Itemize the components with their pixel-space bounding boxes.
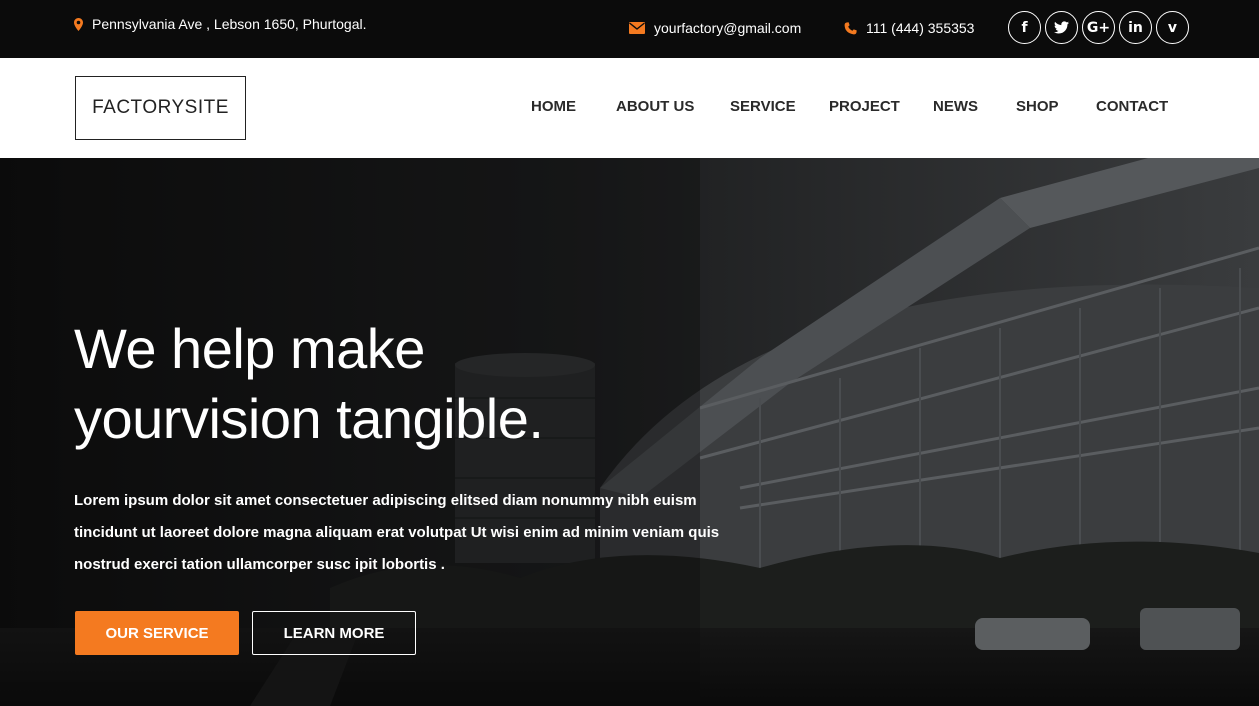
- nav-home[interactable]: HOME: [531, 98, 576, 115]
- nav-service[interactable]: SERVICE: [730, 98, 796, 115]
- site-logo[interactable]: FACTORYSITE: [75, 76, 246, 140]
- social-links: f G+ in v: [1008, 11, 1189, 44]
- vimeo-icon[interactable]: v: [1156, 11, 1189, 44]
- address-text: Pennsylvania Ave , Lebson 1650, Phurtoga…: [92, 16, 367, 32]
- nav-about-us[interactable]: ABOUT US: [616, 98, 694, 115]
- top-bar: Pennsylvania Ave , Lebson 1650, Phurtoga…: [0, 0, 1259, 58]
- nav-news[interactable]: NEWS: [933, 98, 978, 115]
- address-info: Pennsylvania Ave , Lebson 1650, Phurtoga…: [74, 16, 367, 32]
- phone-info[interactable]: 111 (444) 355353: [844, 20, 974, 36]
- hero-description: Lorem ipsum dolor sit amet consectetuer …: [74, 492, 720, 573]
- hero-title: We help make yourvision tangible.: [74, 314, 714, 454]
- nav-shop[interactable]: SHOP: [1016, 98, 1059, 115]
- envelope-icon: [629, 22, 645, 34]
- linkedin-icon[interactable]: in: [1119, 11, 1152, 44]
- map-marker-icon: [74, 17, 83, 31]
- hero-section: We help make yourvision tangible. Lorem …: [0, 158, 1259, 706]
- nav-contact[interactable]: CONTACT: [1096, 98, 1168, 115]
- hero-title-line2: yourvision tangible.: [74, 387, 544, 450]
- phone-icon: [844, 21, 857, 35]
- site-header: FACTORYSITE HOME ABOUT US SERVICE PROJEC…: [0, 58, 1259, 158]
- learn-more-button[interactable]: LEARN MORE: [252, 611, 416, 655]
- our-service-button[interactable]: OUR SERVICE: [75, 611, 239, 655]
- hero-title-line1: We help make: [74, 317, 425, 380]
- nav-project[interactable]: PROJECT: [829, 98, 900, 115]
- google-plus-icon[interactable]: G+: [1082, 11, 1115, 44]
- facebook-icon[interactable]: f: [1008, 11, 1041, 44]
- phone-text: 111 (444) 355353: [866, 20, 975, 36]
- email-info[interactable]: yourfactory@gmail.com: [629, 20, 801, 36]
- email-text: yourfactory@gmail.com: [654, 20, 802, 36]
- twitter-icon[interactable]: [1045, 11, 1078, 44]
